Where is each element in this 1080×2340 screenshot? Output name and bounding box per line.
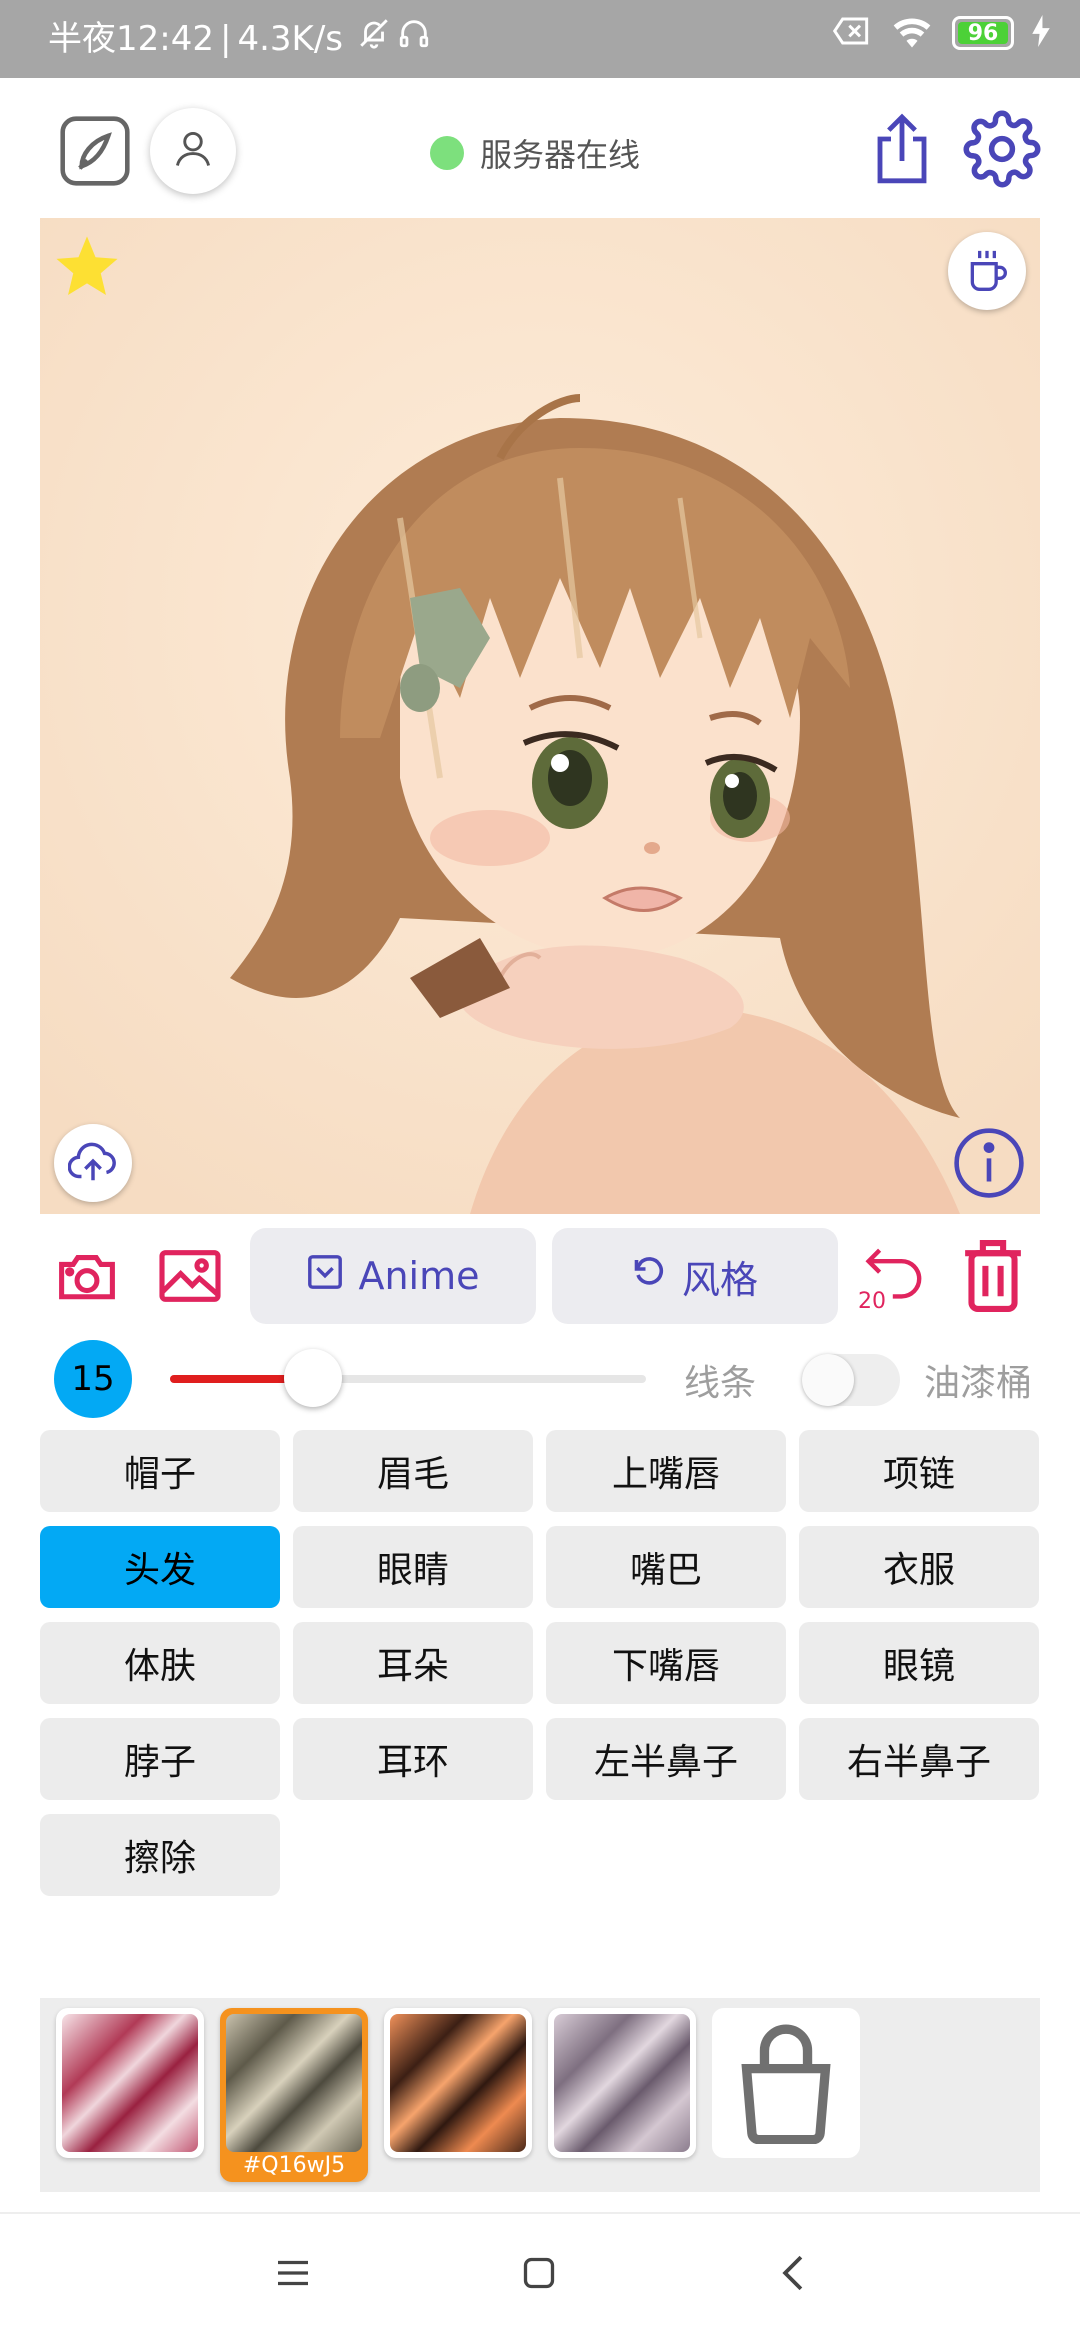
- texture-swatch-selected[interactable]: #Q16wJ5: [220, 2008, 368, 2182]
- part-right-nose-button[interactable]: 右半鼻子: [799, 1718, 1039, 1800]
- status-bar: 半夜12:42 | 4.3K/s 96: [0, 0, 1080, 78]
- part-earring-button[interactable]: 耳环: [293, 1718, 533, 1800]
- info-icon[interactable]: [952, 1126, 1026, 1200]
- trash-icon[interactable]: [958, 1236, 1028, 1316]
- part-left-nose-button[interactable]: 左半鼻子: [546, 1718, 786, 1800]
- texture-pattern: [554, 2014, 690, 2152]
- part-hat-button[interactable]: 帽子: [40, 1430, 280, 1512]
- shopping-bag-icon: [732, 2022, 840, 2148]
- brush-controls: 15 线条 油漆桶: [0, 1340, 1080, 1420]
- texture-pattern: [390, 2014, 526, 2152]
- status-left: 半夜12:42 | 4.3K/s: [48, 16, 431, 62]
- share-upload-icon[interactable]: [866, 106, 938, 194]
- anime-portrait: [40, 218, 1040, 1214]
- line-mode-label: 线条: [684, 1363, 757, 1404]
- rotate-icon: [632, 1254, 668, 1299]
- part-glasses-button[interactable]: 眼镜: [799, 1622, 1039, 1704]
- texture-swatch[interactable]: [548, 2008, 696, 2158]
- brush-size-badge: 15: [54, 1340, 132, 1418]
- texture-swatch[interactable]: [56, 2008, 204, 2158]
- tool-row: Anime 风格 20: [0, 1228, 1080, 1328]
- style-label: 风格: [681, 1257, 758, 1302]
- part-lower-lip-button[interactable]: 下嘴唇: [546, 1622, 786, 1704]
- server-status-dot: [430, 136, 464, 170]
- texture-swatch[interactable]: [384, 2008, 532, 2158]
- server-status: 服务器在线: [430, 130, 640, 176]
- texture-code: #Q16wJ5: [242, 2153, 346, 2178]
- erase-button[interactable]: 擦除: [40, 1814, 280, 1896]
- drawing-canvas[interactable]: [40, 218, 1040, 1214]
- charging-icon: [1032, 15, 1050, 51]
- part-clothes-button[interactable]: 衣服: [799, 1526, 1039, 1608]
- texture-pattern: [62, 2014, 198, 2152]
- checkbox-square-icon: [306, 1253, 344, 1300]
- mute-bell-icon: [357, 16, 391, 62]
- status-right: 96: [832, 14, 1050, 52]
- paint-bucket-label: 油漆桶: [924, 1363, 1033, 1404]
- coffee-cup-icon[interactable]: [948, 232, 1026, 310]
- status-separator: |: [219, 19, 232, 59]
- menu-icon[interactable]: [268, 2248, 318, 2298]
- image-icon[interactable]: [156, 1246, 224, 1306]
- home-icon[interactable]: [514, 2248, 564, 2298]
- texture-pattern: [226, 2014, 362, 2152]
- server-status-label: 服务器在线: [480, 136, 641, 174]
- cloud-upload-icon[interactable]: [54, 1124, 132, 1202]
- person-icon: [171, 127, 215, 175]
- back-icon[interactable]: [768, 2248, 818, 2298]
- undo-count: 20: [858, 1289, 886, 1314]
- brush-size-slider[interactable]: [170, 1349, 646, 1407]
- part-ears-button[interactable]: 耳朵: [293, 1622, 533, 1704]
- battery-level: 96: [967, 20, 999, 46]
- status-time: 半夜12:42: [48, 19, 214, 59]
- style-button[interactable]: 风格: [552, 1228, 838, 1324]
- shop-button[interactable]: [712, 2008, 860, 2158]
- anime-mode-button[interactable]: Anime: [250, 1228, 536, 1324]
- paint-bucket-toggle[interactable]: [802, 1354, 900, 1406]
- brush-size-thumb[interactable]: [283, 1349, 342, 1407]
- part-eyes-button[interactable]: 眼睛: [293, 1526, 533, 1608]
- system-navigation-bar: [0, 2212, 1080, 2340]
- wifi-icon: [890, 14, 934, 52]
- part-hair-button[interactable]: 头发: [40, 1526, 280, 1608]
- camera-icon[interactable]: [56, 1246, 118, 1306]
- edit-square-icon[interactable]: [56, 112, 134, 190]
- profile-button[interactable]: [150, 108, 236, 194]
- network-speed: 4.3K/s: [237, 19, 343, 59]
- battery-indicator: 96: [952, 16, 1014, 50]
- part-upper-lip-button[interactable]: 上嘴唇: [546, 1430, 786, 1512]
- part-eyebrow-button[interactable]: 眉毛: [293, 1430, 533, 1512]
- sim-error-icon: [832, 15, 872, 51]
- undo-button[interactable]: 20: [858, 1240, 930, 1314]
- part-skin-button[interactable]: 体肤: [40, 1622, 280, 1704]
- gear-icon[interactable]: [962, 108, 1042, 190]
- part-mouth-button[interactable]: 嘴巴: [546, 1526, 786, 1608]
- anime-mode-label: Anime: [358, 1254, 480, 1298]
- headphones-icon: [397, 16, 431, 62]
- texture-strip[interactable]: #Q16wJ5: [40, 1998, 1040, 2192]
- toggle-knob: [802, 1354, 854, 1406]
- part-necklace-button[interactable]: 项链: [799, 1430, 1039, 1512]
- star-icon[interactable]: [54, 236, 120, 304]
- top-app-bar: 服务器在线: [0, 78, 1080, 218]
- part-neck-button[interactable]: 脖子: [40, 1718, 280, 1800]
